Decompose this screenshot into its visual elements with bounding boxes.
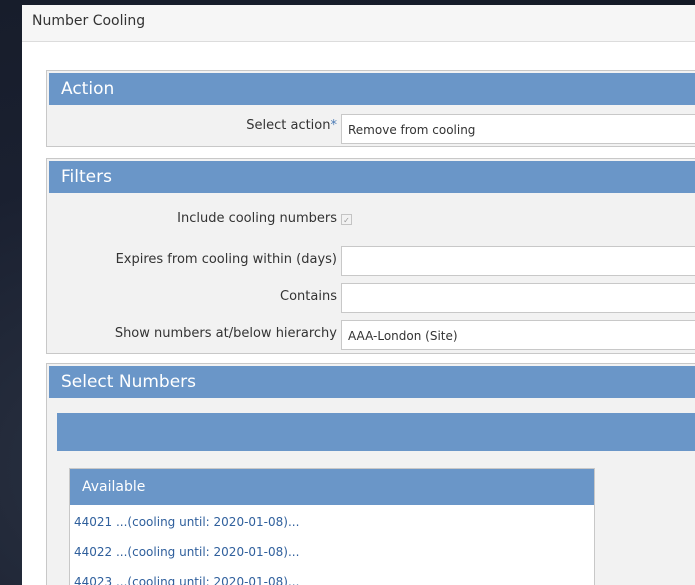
expires-input[interactable] xyxy=(341,246,695,276)
list-item[interactable]: 44021 ...(cooling until: 2020-01-08)... xyxy=(74,515,299,529)
include-cooling-checkbox[interactable]: ✓ xyxy=(341,214,352,225)
number-cooling-window: Number Cooling Action Select action* Rem… xyxy=(22,5,695,585)
required-asterisk: * xyxy=(330,118,338,133)
hierarchy-value: AAA-London (Site) xyxy=(348,329,458,343)
action-panel-header: Action xyxy=(49,73,695,105)
filters-panel-header: Filters xyxy=(49,161,695,193)
window-title: Number Cooling xyxy=(32,13,146,29)
select-action-value: Remove from cooling xyxy=(348,123,476,137)
select-numbers-panel: Select Numbers Available 44021 ...(cooli… xyxy=(46,363,695,585)
include-cooling-label: Include cooling numbers xyxy=(177,211,337,226)
window-title-bar: Number Cooling xyxy=(22,5,695,42)
action-panel: Action Select action* Remove from coolin… xyxy=(46,70,695,147)
action-panel-title: Action xyxy=(61,79,115,99)
select-numbers-panel-title: Select Numbers xyxy=(61,372,196,392)
contains-label: Contains xyxy=(280,289,337,304)
available-list-header: Available xyxy=(70,469,594,505)
filters-panel-title: Filters xyxy=(61,167,112,187)
select-numbers-toolbar xyxy=(57,413,695,451)
expires-label: Expires from cooling within (days) xyxy=(115,252,337,267)
window-content: Action Select action* Remove from coolin… xyxy=(22,42,695,585)
select-action-label: Select action* xyxy=(246,118,337,133)
list-item[interactable]: 44023 ...(cooling until: 2020-01-08)... xyxy=(74,575,299,585)
list-item[interactable]: 44022 ...(cooling until: 2020-01-08)... xyxy=(74,545,299,559)
available-list: Available 44021 ...(cooling until: 2020-… xyxy=(69,468,595,585)
hierarchy-dropdown[interactable]: AAA-London (Site) xyxy=(341,320,695,350)
available-list-title: Available xyxy=(82,479,146,495)
hierarchy-label: Show numbers at/below hierarchy xyxy=(114,326,337,341)
checkmark-icon: ✓ xyxy=(343,216,350,225)
select-action-dropdown[interactable]: Remove from cooling xyxy=(341,114,695,144)
contains-input[interactable] xyxy=(341,283,695,313)
select-numbers-panel-header: Select Numbers xyxy=(49,366,695,398)
filters-panel: Filters Include cooling numbers ✓ Expire… xyxy=(46,158,695,354)
